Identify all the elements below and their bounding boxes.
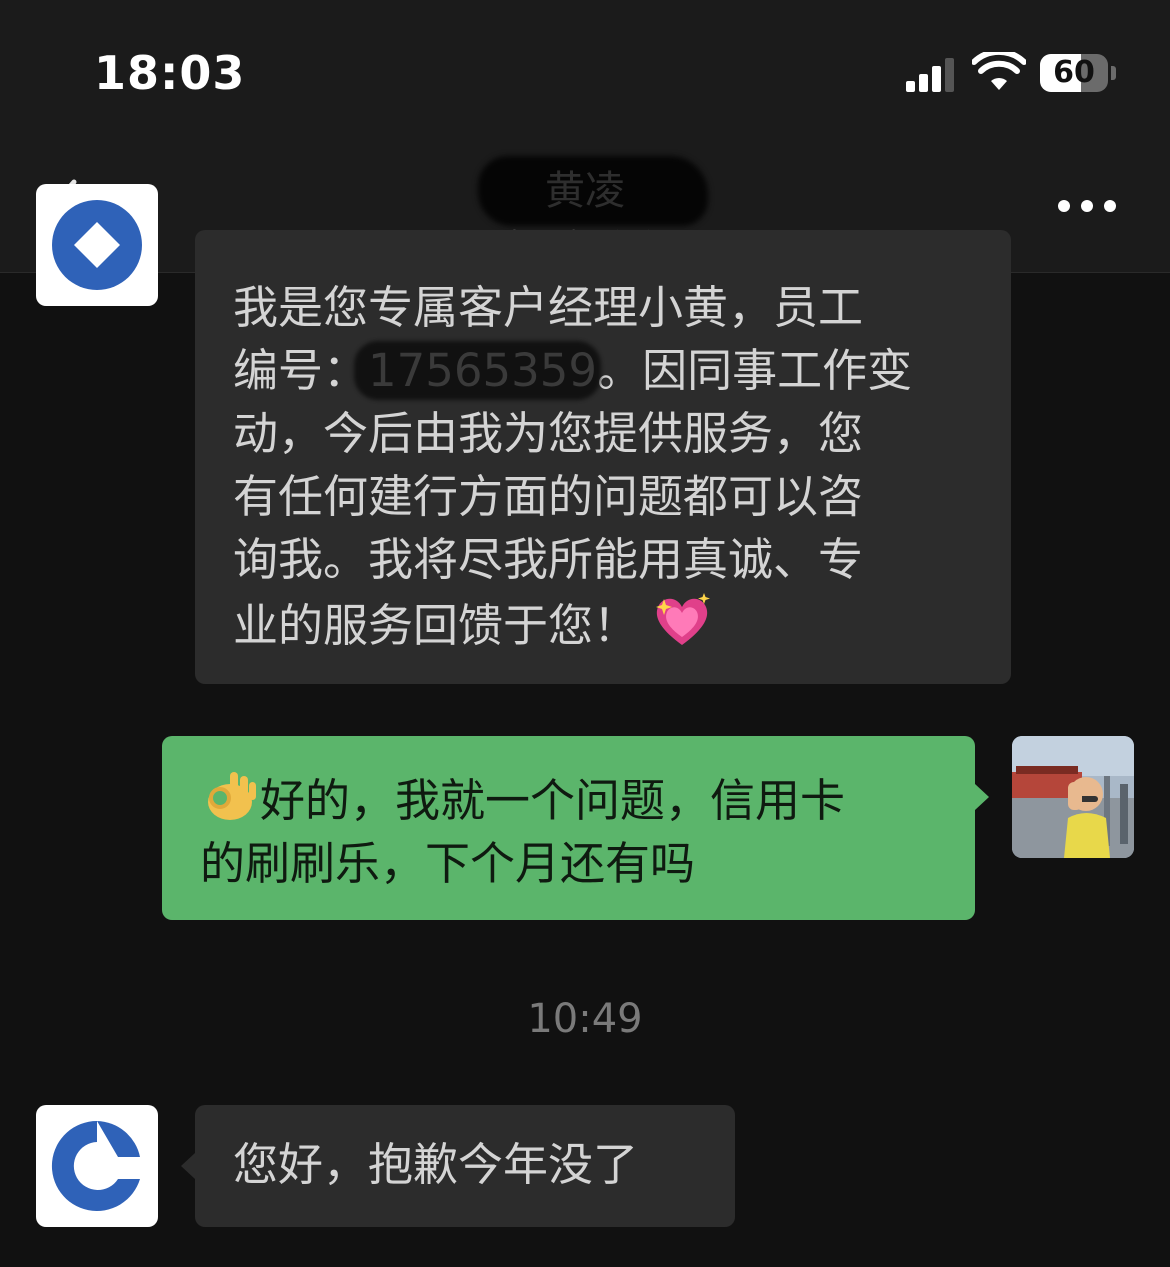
message-line: 好的，我就一个问题，信用卡	[200, 768, 951, 832]
message-text: 编号：	[233, 344, 369, 397]
message-line: 编号：17565359。因同事工作变	[233, 339, 987, 402]
battery-level: 60	[1053, 55, 1095, 90]
user-avatar[interactable]	[1012, 736, 1134, 858]
ccb-logo-icon	[51, 1120, 141, 1211]
status-bar: 18:03 60	[0, 0, 1170, 140]
more-dots-icon[interactable]	[1052, 192, 1122, 222]
signal-bar	[945, 58, 954, 92]
contact-name-area: 黄凌	[430, 156, 740, 230]
message-bubble-incoming[interactable]: 您好，抱歉今年没了	[195, 1105, 735, 1227]
ok-hand-emoji	[208, 772, 256, 820]
employee-number: 17565359	[368, 344, 598, 397]
cellular-signal-icon	[906, 58, 958, 92]
dot	[1104, 200, 1116, 212]
message-line: 业的服务回馈于您！	[233, 591, 987, 657]
message-text: 好的，我就一个问题，信用卡	[260, 774, 846, 827]
contact-name: 黄凌	[545, 168, 625, 214]
bubble-tail	[181, 1153, 195, 1179]
battery-icon: 60	[1040, 54, 1108, 92]
signal-bar	[919, 74, 928, 92]
redacted-employee-number: 17565359	[368, 339, 597, 402]
bubble-tail	[975, 784, 989, 810]
message-bubble-outgoing[interactable]: 好的，我就一个问题，信用卡 的刷刷乐，下个月还有吗	[162, 736, 975, 920]
battery-cap	[1111, 66, 1116, 80]
chat-screen: 18:03 60 黄凌 中国建设银行	[0, 0, 1170, 1267]
message-bubble-incoming[interactable]: 我是您专属客户经理小黄，员工 编号：17565359。因同事工作变 动，今后由我…	[195, 230, 1011, 684]
message-line: 的刷刷乐，下个月还有吗	[200, 837, 696, 890]
message-text: 。因同事工作变	[597, 344, 913, 397]
message-text: 业的服务回馈于您！	[233, 599, 639, 652]
signal-bar	[906, 81, 915, 92]
message-line: 动，今后由我为您提供服务，您	[233, 407, 864, 460]
bank-avatar[interactable]	[36, 184, 158, 306]
message-line: 您好，抱歉今年没了	[233, 1138, 639, 1191]
ccb-logo-icon	[52, 200, 142, 290]
message-line: 有任何建行方面的问题都可以咨	[233, 470, 864, 523]
sparkling-heart-emoji	[656, 593, 711, 645]
status-time: 18:03	[94, 46, 246, 100]
message-line: 询我。我将尽我所能用真诚、专	[233, 533, 864, 586]
dot	[1081, 200, 1093, 212]
message-line: 我是您专属客户经理小黄，员工	[233, 281, 864, 334]
bank-avatar[interactable]	[36, 1105, 158, 1227]
dot	[1058, 200, 1070, 212]
message-timestamp: 10:49	[527, 996, 643, 1042]
user-photo	[1012, 736, 1134, 858]
wifi-icon	[972, 52, 1026, 90]
signal-bar	[932, 66, 941, 92]
